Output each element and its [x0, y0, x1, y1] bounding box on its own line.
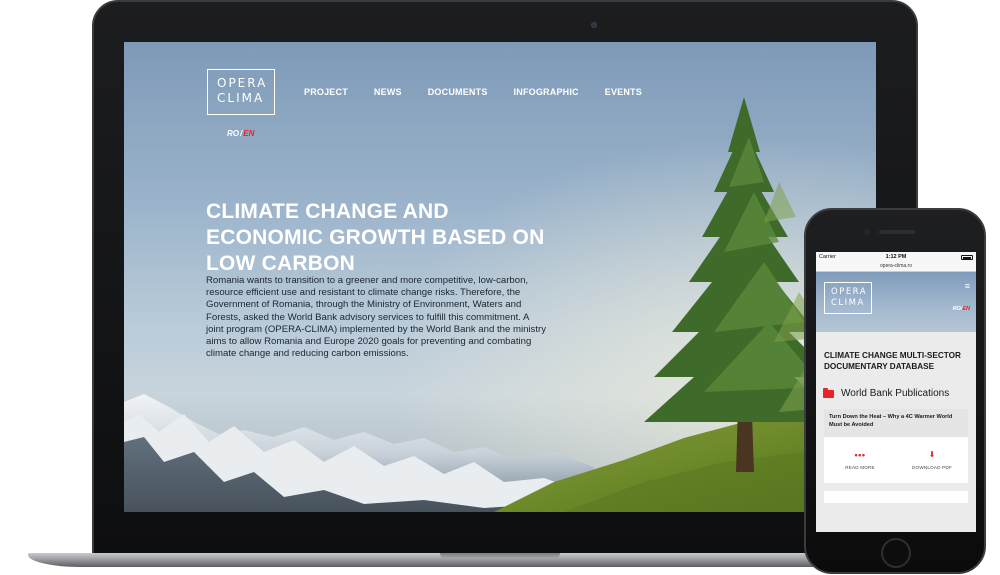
url-bar[interactable]: opera-clima.ro: [816, 262, 976, 272]
dots-icon: •••: [854, 449, 866, 460]
download-icon: ⬇: [928, 450, 936, 459]
phone-frame: Carrier 1:12 PM opera-clima.ro OPERA CLI…: [804, 208, 986, 574]
phone-speaker: [879, 230, 915, 234]
laptop-opening-notch: [440, 553, 560, 559]
battery-icon: [918, 254, 973, 260]
hamburger-icon[interactable]: ≡: [965, 281, 970, 291]
main-navigation: PROJECT NEWS DOCUMENTS INFOGRAPHIC EVENT…: [304, 87, 668, 97]
folder-icon: [823, 387, 834, 398]
nav-infographic[interactable]: INFOGRAPHIC: [514, 87, 579, 97]
nav-documents[interactable]: DOCUMENTS: [428, 87, 488, 97]
section-title: CLIMATE CHANGE MULTI-SECTOR DOCUMENTARY …: [824, 351, 961, 371]
laptop-screen: OPERA CLIMA PROJECT NEWS DOCUMENTS INFOG…: [124, 42, 876, 512]
read-more-button[interactable]: ••• READ MORE: [824, 437, 896, 483]
hero-title: CLIMATE CHANGE AND ECONOMIC GROWTH BASED…: [206, 200, 545, 275]
nav-events[interactable]: EVENTS: [605, 87, 642, 97]
read-more-label: READ MORE: [845, 464, 875, 470]
publications-heading[interactable]: World Bank Publications: [823, 387, 976, 399]
logo-line-2: CLIMA: [217, 91, 265, 105]
phone-camera: [864, 229, 870, 235]
card-actions: ••• READ MORE ⬇ DOWNLOAD PDF: [824, 437, 968, 483]
lang-ro-link[interactable]: RO: [227, 129, 239, 138]
mobile-logo[interactable]: OPERA CLIMA: [824, 282, 872, 314]
status-bar: Carrier 1:12 PM: [816, 252, 976, 262]
nav-project[interactable]: PROJECT: [304, 87, 348, 97]
download-pdf-label: DOWNLOAD PDF: [912, 465, 952, 470]
hero-description: Romania wants to transition to a greener…: [206, 275, 546, 360]
mobile-lang-en[interactable]: EN: [962, 306, 970, 312]
opera-clima-logo[interactable]: OPERA CLIMA: [207, 69, 275, 115]
download-pdf-button[interactable]: ⬇ DOWNLOAD PDF: [896, 437, 968, 483]
publication-card: Turn Down the Heat – Why a 4C Warmer Wor…: [824, 409, 968, 483]
mobile-lang-ro[interactable]: RO: [953, 306, 961, 312]
mobile-header: OPERA CLIMA ≡ RO/EN: [816, 272, 976, 332]
status-time: 1:12 PM: [885, 254, 907, 260]
laptop-camera: [591, 22, 597, 28]
next-publication-card: [824, 491, 968, 503]
mobile-language-switcher: RO/EN: [953, 306, 970, 312]
lang-en-link[interactable]: EN: [243, 129, 254, 138]
publication-title[interactable]: Turn Down the Heat – Why a 4C Warmer Wor…: [824, 409, 968, 437]
publications-label: World Bank Publications: [841, 388, 950, 399]
carrier-label: Carrier: [819, 254, 836, 260]
language-switcher: RO/EN: [227, 129, 254, 138]
mobile-logo-line-2: CLIMA: [831, 297, 865, 308]
logo-line-1: OPERA: [217, 76, 268, 90]
mobile-logo-line-1: OPERA: [831, 287, 868, 297]
lang-separator: /: [240, 129, 243, 138]
nav-news[interactable]: NEWS: [374, 87, 402, 97]
home-button[interactable]: [881, 538, 911, 568]
phone-screen: Carrier 1:12 PM opera-clima.ro OPERA CLI…: [816, 252, 976, 532]
